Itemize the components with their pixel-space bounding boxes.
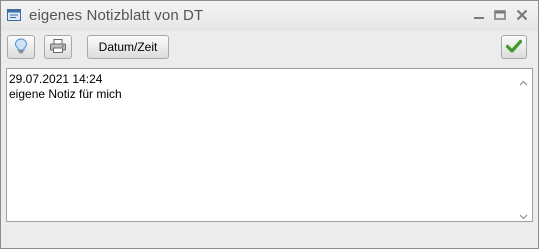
- lightbulb-button[interactable]: [7, 35, 35, 59]
- notepad-window-icon: [7, 9, 21, 21]
- close-icon[interactable]: [514, 7, 530, 23]
- printer-icon: [50, 38, 66, 56]
- date-time-button[interactable]: Datum/Zeit: [87, 35, 169, 59]
- confirm-button[interactable]: [501, 35, 527, 59]
- status-bar: [1, 223, 538, 248]
- minimize-icon[interactable]: [471, 7, 487, 23]
- note-content[interactable]: 29.07.2021 14:24 eigene Notiz für mich: [9, 72, 122, 102]
- print-button[interactable]: [44, 35, 72, 59]
- scroll-down-icon[interactable]: [519, 209, 528, 220]
- scroll-up-icon[interactable]: [519, 75, 528, 86]
- lightbulb-icon: [14, 37, 28, 57]
- vertical-scrollbar[interactable]: [515, 69, 532, 221]
- note-textarea[interactable]: 29.07.2021 14:24 eigene Notiz für mich: [6, 68, 533, 222]
- note-window: eigenes Notizblatt von DT Datum/Zeit 29.…: [0, 0, 539, 249]
- date-time-button-label: Datum/Zeit: [98, 40, 158, 54]
- checkmark-icon: [505, 39, 523, 56]
- title-bar[interactable]: eigenes Notizblatt von DT: [1, 1, 538, 31]
- maximize-icon[interactable]: [492, 7, 508, 23]
- toolbar: Datum/Zeit: [1, 31, 538, 67]
- window-title: eigenes Notizblatt von DT: [29, 7, 204, 24]
